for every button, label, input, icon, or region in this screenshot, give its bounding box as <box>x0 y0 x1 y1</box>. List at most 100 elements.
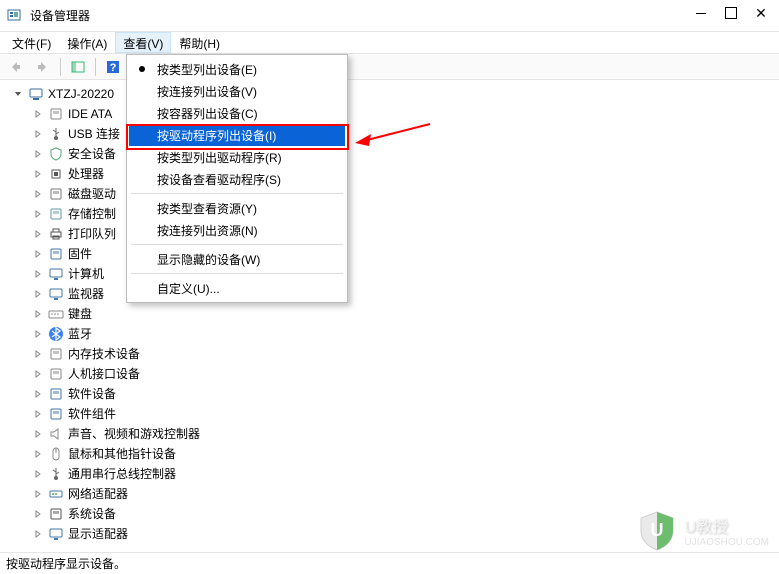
menu-item[interactable]: 显示隐藏的设备(W) <box>129 248 345 270</box>
usb-icon <box>48 126 64 142</box>
hid-icon <box>48 366 64 382</box>
watermark-shield-icon: U <box>635 508 679 552</box>
tree-node[interactable]: 内存技术设备 <box>32 344 779 364</box>
drive-icon <box>48 106 64 122</box>
menu-item[interactable]: 按连接列出资源(N) <box>129 219 345 241</box>
tree-root-label: XTZJ-20220 <box>48 84 114 104</box>
sound-icon <box>48 426 64 442</box>
close-button[interactable]: ✕ <box>747 2 775 24</box>
chevron-right-icon <box>32 509 44 519</box>
maximize-button[interactable] <box>717 2 745 24</box>
tree-node-label: 蓝牙 <box>68 324 92 344</box>
menu-bar: 文件(F) 操作(A) 查看(V) 帮助(H) <box>0 32 779 54</box>
computer-icon <box>28 86 44 102</box>
chevron-right-icon <box>32 129 44 139</box>
tree-node[interactable]: 通用串行总线控制器 <box>32 464 779 484</box>
menu-help[interactable]: 帮助(H) <box>171 32 228 53</box>
tree-node[interactable]: 软件设备 <box>32 384 779 404</box>
tree-node-label: 显示适配器 <box>68 524 128 544</box>
minimize-button[interactable] <box>687 2 715 24</box>
show-hide-button[interactable] <box>67 56 89 78</box>
chevron-right-icon <box>32 169 44 179</box>
chevron-right-icon <box>32 349 44 359</box>
chevron-right-icon <box>32 489 44 499</box>
chevron-right-icon <box>32 249 44 259</box>
tree-node[interactable]: 软件组件 <box>32 404 779 424</box>
menu-item[interactable]: 按类型列出驱动程序(R) <box>129 146 345 168</box>
menu-separator <box>131 244 343 245</box>
chevron-right-icon <box>32 109 44 119</box>
menu-item[interactable]: 按驱动程序列出设备(I) <box>129 124 345 146</box>
menu-item[interactable]: 按设备查看驱动程序(S) <box>129 168 345 190</box>
chevron-right-icon <box>32 189 44 199</box>
firmware-icon <box>48 246 64 262</box>
tree-node-label: IDE ATA <box>68 104 112 124</box>
menu-separator <box>131 273 343 274</box>
tree-node-label: 软件组件 <box>68 404 116 424</box>
tree-node[interactable]: 声音、视频和游戏控制器 <box>32 424 779 444</box>
menu-item-label: 按设备查看驱动程序(S) <box>157 171 281 188</box>
disk-icon <box>48 186 64 202</box>
tree-node[interactable]: 网络适配器 <box>32 484 779 504</box>
printer-icon <box>48 226 64 242</box>
tree-node-label: 磁盘驱动 <box>68 184 116 204</box>
tree-node-label: USB 连接 <box>68 124 120 144</box>
computer-icon <box>48 266 64 282</box>
window-title: 设备管理器 <box>30 7 90 24</box>
tree-node-label: 固件 <box>68 244 92 264</box>
menu-item[interactable]: 按类型查看资源(Y) <box>129 197 345 219</box>
chevron-right-icon <box>32 289 44 299</box>
status-bar: 按驱动程序显示设备。 <box>0 552 779 574</box>
menu-item-label: 按连接列出设备(V) <box>157 83 257 100</box>
chevron-right-icon <box>32 369 44 379</box>
toolbar: ? <box>0 54 779 80</box>
menu-item[interactable]: 按容器列出设备(C) <box>129 102 345 124</box>
tree-node[interactable]: 人机接口设备 <box>32 364 779 384</box>
svg-text:?: ? <box>110 62 117 74</box>
menu-item-label: 按容器列出设备(C) <box>157 105 258 122</box>
annotation-arrow <box>355 116 435 156</box>
menu-item[interactable]: 自定义(U)... <box>129 277 345 299</box>
tree-node-label: 系统设备 <box>68 504 116 524</box>
bluetooth-icon <box>48 326 64 342</box>
tree-node[interactable]: 鼠标和其他指针设备 <box>32 444 779 464</box>
keyboard-icon <box>48 306 64 322</box>
tree-node-label: 软件设备 <box>68 384 116 404</box>
menu-item-label: 显示隐藏的设备(W) <box>157 251 260 268</box>
chevron-right-icon <box>32 449 44 459</box>
menu-item-label: 按类型查看资源(Y) <box>157 200 257 217</box>
menu-view[interactable]: 查看(V) <box>115 32 171 53</box>
tree-node[interactable]: 键盘 <box>32 304 779 324</box>
tree-node[interactable]: 蓝牙 <box>32 324 779 344</box>
watermark-url: UJIAOSHOU.COM <box>685 537 769 548</box>
radio-dot-icon <box>139 66 145 72</box>
chevron-right-icon <box>32 469 44 479</box>
help-button[interactable]: ? <box>102 56 124 78</box>
menu-action[interactable]: 操作(A) <box>59 32 115 53</box>
tree-node-label: 鼠标和其他指针设备 <box>68 444 176 464</box>
component-icon <box>48 406 64 422</box>
watermark: U U教授 UJIAOSHOU.COM <box>635 508 769 552</box>
menu-item[interactable]: 按类型列出设备(E) <box>129 58 345 80</box>
app-icon <box>6 8 22 24</box>
chevron-right-icon <box>32 269 44 279</box>
forward-button[interactable] <box>32 56 54 78</box>
status-text: 按驱动程序显示设备。 <box>6 555 126 572</box>
menu-item-label: 按类型列出驱动程序(R) <box>157 149 282 166</box>
menu-file[interactable]: 文件(F) <box>4 32 59 53</box>
chevron-right-icon <box>32 309 44 319</box>
chevron-right-icon <box>32 429 44 439</box>
tree-node-label: 网络适配器 <box>68 484 128 504</box>
back-button[interactable] <box>4 56 26 78</box>
network-icon <box>48 486 64 502</box>
software-icon <box>48 386 64 402</box>
menu-item[interactable]: 按连接列出设备(V) <box>129 80 345 102</box>
tree-node-label: 打印队列 <box>68 224 116 244</box>
window-controls: ✕ <box>687 2 775 24</box>
memory-icon <box>48 346 64 362</box>
tree-node-label: 计算机 <box>68 264 104 284</box>
chevron-right-icon <box>32 209 44 219</box>
tree-node-label: 安全设备 <box>68 144 116 164</box>
menu-item-label: 按驱动程序列出设备(I) <box>157 127 276 144</box>
tree-node-label: 声音、视频和游戏控制器 <box>68 424 200 444</box>
